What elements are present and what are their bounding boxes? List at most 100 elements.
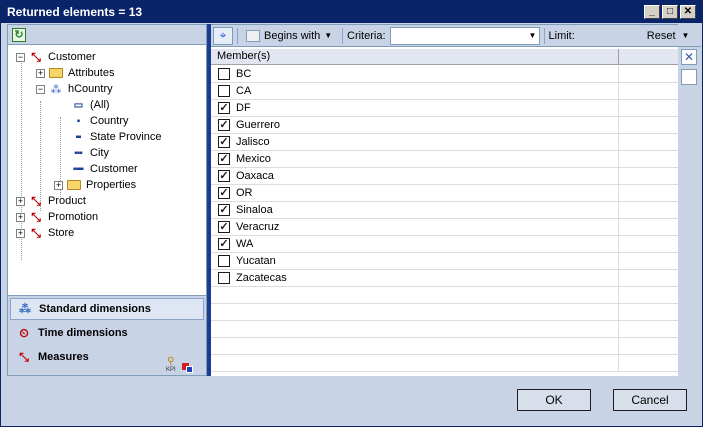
member-label: Jalisco xyxy=(236,136,270,148)
dimension-icon: ⤡ xyxy=(31,193,41,208)
table-row[interactable]: BC xyxy=(211,65,678,83)
member-cell: ✓ Oaxaca xyxy=(211,167,619,185)
table-row[interactable]: ✓ Mexico xyxy=(211,150,678,168)
table-row[interactable]: ✓ Jalisco xyxy=(211,133,678,151)
tree-node-hcountry[interactable]: − ⁂ hCountry xyxy=(36,81,113,97)
member-cell: ✓ Veracruz xyxy=(211,218,619,236)
ok-button[interactable]: OK xyxy=(517,389,591,411)
tree-node-product[interactable]: + ⤡ Product xyxy=(16,193,86,209)
member-checkbox[interactable]: ✓ xyxy=(218,187,230,199)
clear-selection-icon[interactable]: ✕ xyxy=(681,49,697,65)
member-checkbox[interactable]: ✓ xyxy=(218,238,230,250)
chevron-down-icon: ▼ xyxy=(324,31,333,40)
member-checkbox[interactable] xyxy=(218,85,230,97)
table-row[interactable] xyxy=(211,303,678,321)
table-row[interactable] xyxy=(211,320,678,338)
tree-label: Properties xyxy=(86,179,137,191)
collapse-icon[interactable]: − xyxy=(16,52,25,62)
column-header-members[interactable]: Member(s) xyxy=(211,49,619,64)
expand-icon[interactable]: + xyxy=(16,228,25,238)
calculated-member-icon[interactable] xyxy=(181,363,194,373)
title-bar: Returned elements = 13 _ □ ✕ xyxy=(1,1,702,23)
member-checkbox[interactable]: ✓ xyxy=(218,204,230,216)
tree-label: Customer xyxy=(48,51,96,63)
member-label: Sinaloa xyxy=(236,204,273,216)
member-label: Veracruz xyxy=(236,221,280,233)
member-label: WA xyxy=(236,238,254,250)
member-checkbox[interactable]: ✓ xyxy=(218,170,230,182)
table-row[interactable]: ✓ Oaxaca xyxy=(211,167,678,185)
member-label: BC xyxy=(236,68,252,80)
member-cell xyxy=(211,286,619,304)
clock-dimension-icon: ⏲ xyxy=(19,325,29,340)
chevron-down-icon[interactable]: ▼ xyxy=(682,31,690,40)
table-row[interactable] xyxy=(211,337,678,355)
hierarchy-icon: ⁂ xyxy=(19,302,31,316)
member-checkbox[interactable]: ✓ xyxy=(218,102,230,114)
tree-label: Attributes xyxy=(68,67,115,79)
hierarchy-icon: ⁂ xyxy=(50,83,62,96)
tree-label: (All) xyxy=(90,99,110,111)
maximize-button[interactable]: □ xyxy=(662,5,678,19)
member-checkbox[interactable]: ✓ xyxy=(218,119,230,131)
begins-with-dropdown[interactable]: Begins with ▼ xyxy=(242,29,338,42)
kpi-icon[interactable]: ⚲ KPI xyxy=(166,356,176,373)
tree-node-customer-level[interactable]: ▪▪▪▪ Customer xyxy=(70,161,138,177)
table-row[interactable] xyxy=(211,286,678,304)
member-cell: ✓ Jalisco xyxy=(211,133,619,151)
expand-icon[interactable]: + xyxy=(36,68,45,78)
side-toolbar: ✕ xyxy=(679,47,699,377)
expand-icon[interactable]: + xyxy=(54,180,63,190)
criteria-combobox[interactable]: ▼ xyxy=(389,26,540,45)
table-row[interactable]: ✓ DF xyxy=(211,99,678,117)
filter-icon[interactable]: ⌖ xyxy=(213,26,233,45)
tree-node-customer[interactable]: − ⤡ Customer xyxy=(16,49,96,65)
member-checkbox[interactable] xyxy=(218,255,230,267)
grid-header: Member(s) xyxy=(211,49,678,65)
chevron-down-icon[interactable]: ▼ xyxy=(526,27,539,44)
member-label: Oaxaca xyxy=(236,170,274,182)
table-row[interactable]: ✓ Sinaloa xyxy=(211,201,678,219)
table-row[interactable]: Yucatan xyxy=(211,252,678,270)
dimension-panel: ↻ − ⤡ Customer + Attributes − ⁂ hCountry xyxy=(7,24,207,376)
tree-node-store[interactable]: + ⤡ Store xyxy=(16,225,74,241)
table-row[interactable]: CA xyxy=(211,82,678,100)
tree-node-properties[interactable]: + Properties xyxy=(54,177,136,193)
refresh-icon[interactable]: ↻ xyxy=(12,27,26,42)
member-checkbox[interactable]: ✓ xyxy=(218,221,230,233)
reset-button[interactable]: Reset xyxy=(647,30,676,42)
tree-node-city[interactable]: ▪▪▪ City xyxy=(70,145,109,161)
tree-node-promotion[interactable]: + ⤡ Promotion xyxy=(16,209,98,225)
member-checkbox[interactable]: ✓ xyxy=(218,136,230,148)
folder-icon xyxy=(48,66,64,80)
close-button[interactable]: ✕ xyxy=(680,5,696,19)
nav-time-dimensions[interactable]: ⏲ Time dimensions xyxy=(10,322,204,344)
member-cell: ✓ WA xyxy=(211,235,619,253)
nav-standard-dimensions[interactable]: ⁂ Standard dimensions xyxy=(10,298,204,320)
table-row[interactable]: ✓ Guerrero xyxy=(211,116,678,134)
tree-node-all[interactable]: ▭ (All) xyxy=(70,97,110,113)
tree-node-country[interactable]: ▪ Country xyxy=(70,113,129,129)
expand-icon[interactable]: + xyxy=(16,196,25,206)
collapse-icon[interactable]: − xyxy=(36,84,45,94)
tree-node-state-province[interactable]: ▪▪ State Province xyxy=(70,129,162,145)
member-checkbox[interactable] xyxy=(218,68,230,80)
table-row[interactable]: Zacatecas xyxy=(211,269,678,287)
table-row[interactable]: ✓ OR xyxy=(211,184,678,202)
minimize-button[interactable]: _ xyxy=(644,5,660,19)
member-cell xyxy=(211,354,619,372)
member-checkbox[interactable] xyxy=(218,272,230,284)
cancel-button[interactable]: Cancel xyxy=(613,389,687,411)
folder-icon xyxy=(66,178,82,192)
blank-side-button[interactable] xyxy=(681,69,697,85)
tree-label: State Province xyxy=(90,131,162,143)
member-cell xyxy=(211,303,619,321)
member-checkbox[interactable]: ✓ xyxy=(218,153,230,165)
table-row[interactable]: ✓ Veracruz xyxy=(211,218,678,236)
level-4-icon: ▪▪▪▪ xyxy=(72,163,84,175)
expand-icon[interactable]: + xyxy=(16,212,25,222)
table-row[interactable] xyxy=(211,354,678,372)
tree-label: Country xyxy=(90,115,129,127)
tree-node-attributes[interactable]: + Attributes xyxy=(36,65,114,81)
table-row[interactable]: ✓ WA xyxy=(211,235,678,253)
